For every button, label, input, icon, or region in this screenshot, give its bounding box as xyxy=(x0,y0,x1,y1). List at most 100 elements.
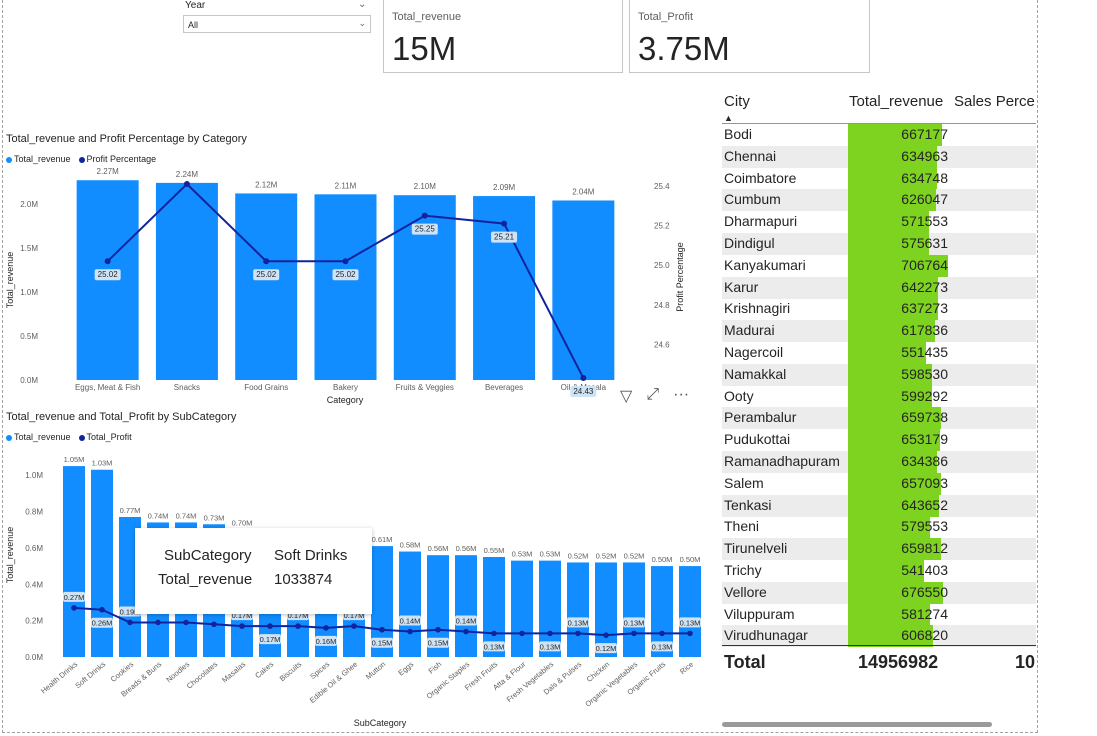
revenue-bar[interactable] xyxy=(552,200,615,380)
table-row[interactable]: Madurai 617836 xyxy=(722,320,1036,343)
table-row[interactable]: Kanyakumari 706764 xyxy=(722,254,1036,277)
total-profit-point[interactable] xyxy=(211,621,217,628)
table-row[interactable]: Viluppuram 581274 xyxy=(722,603,1036,626)
revenue-bar[interactable] xyxy=(567,562,589,657)
dropdown-arrow-icon[interactable]: ⌄ xyxy=(358,18,366,29)
line-data-label: 0.14M xyxy=(400,617,421,626)
revenue-cell: 634748 xyxy=(901,169,948,186)
table-row[interactable]: Dharmapuri 571553 xyxy=(722,211,1036,234)
horizontal-scrollbar[interactable] xyxy=(722,722,992,727)
table-row[interactable]: Trichy 541403 xyxy=(722,560,1036,582)
total-profit-point[interactable] xyxy=(99,606,105,613)
revenue-bar[interactable] xyxy=(679,566,701,657)
bar-data-label: 1.03M xyxy=(92,459,113,468)
revenue-bar[interactable] xyxy=(393,195,456,380)
line-data-label: 25.21 xyxy=(494,233,515,242)
total-profit-point[interactable] xyxy=(659,630,665,637)
profit-percentage-point[interactable] xyxy=(501,220,508,227)
revenue-bar[interactable] xyxy=(91,469,113,657)
table-row[interactable]: Ooty 599292 xyxy=(722,385,1036,408)
table-row[interactable]: Namakkal 598530 xyxy=(722,363,1036,386)
total-profit-point[interactable] xyxy=(155,619,161,626)
total-profit-point[interactable] xyxy=(407,628,413,635)
table-row[interactable]: Pudukottai 653179 xyxy=(722,429,1036,452)
chevron-down-icon[interactable]: ⌄ xyxy=(358,0,366,10)
line-data-label: 0.17M xyxy=(260,635,281,644)
bar-data-label: 2.11M xyxy=(335,181,357,190)
total-profit-point[interactable] xyxy=(687,630,693,637)
column-header-city[interactable]: City xyxy=(724,93,750,110)
total-profit-point[interactable] xyxy=(267,623,273,629)
category-combo-chart[interactable]: 0.0M 0.5M 1.0M 1.5M 2.0M 24.6 24.8 25.0 25.2 25.4… xyxy=(0,165,715,410)
revenue-bar[interactable] xyxy=(399,551,421,657)
total-profit-point[interactable] xyxy=(323,625,329,631)
revenue-cell: 659812 xyxy=(901,540,948,557)
total-profit-point[interactable] xyxy=(519,630,525,637)
table-row[interactable]: Dindigul 575631 xyxy=(722,233,1036,255)
total-profit-point[interactable] xyxy=(463,628,469,635)
y-tick-label: 0.5M xyxy=(20,332,38,341)
revenue-bar[interactable] xyxy=(511,560,533,657)
profit-percentage-point[interactable] xyxy=(342,258,349,265)
chart2-legend: Total_revenue Total_Profit xyxy=(6,432,132,442)
table-row[interactable]: Perambalur 659738 xyxy=(722,407,1036,430)
profit-percentage-point[interactable] xyxy=(104,258,111,265)
total-profit-point[interactable] xyxy=(603,632,609,638)
table-row[interactable]: Karur 642273 xyxy=(722,276,1036,299)
total-profit-point[interactable] xyxy=(71,605,77,611)
table-row[interactable]: Theni 579553 xyxy=(722,516,1036,539)
table-row[interactable]: Tenkasi 643652 xyxy=(722,494,1036,517)
slicer-dropdown[interactable]: All ⌄ xyxy=(183,15,371,33)
table-row[interactable]: Tirunelveli 659812 xyxy=(722,538,1036,561)
total-profit-point[interactable] xyxy=(631,630,637,637)
revenue-bar[interactable] xyxy=(235,193,298,380)
profit-percentage-point[interactable] xyxy=(580,375,587,382)
column-header-sales-percentage[interactable]: Sales Perce xyxy=(954,93,1035,110)
total-profit-point[interactable] xyxy=(379,626,385,633)
total-profit-point[interactable] xyxy=(351,623,357,629)
revenue-bar[interactable] xyxy=(155,182,218,380)
revenue-cell: 637273 xyxy=(901,300,948,317)
revenue-bar[interactable] xyxy=(595,562,617,657)
table-row[interactable]: Coimbatore 634748 xyxy=(722,167,1036,190)
x-tick-label: Masalas xyxy=(220,659,247,684)
total-profit-point[interactable] xyxy=(127,619,133,626)
table-row[interactable]: Krishnagiri 637273 xyxy=(722,298,1036,321)
column-header-total-revenue[interactable]: Total_revenue xyxy=(849,93,943,110)
sort-ascending-icon[interactable]: ▲ xyxy=(724,113,733,123)
table-row[interactable]: Vellore 676550 xyxy=(722,581,1036,604)
profit-percentage-point[interactable] xyxy=(263,258,270,265)
total-profit-point[interactable] xyxy=(239,623,245,629)
line-data-label: 25.02 xyxy=(335,270,356,279)
profit-percentage-point[interactable] xyxy=(421,212,428,219)
focus-mode-icon[interactable]: ⤢ xyxy=(646,386,659,406)
total-profit-point[interactable] xyxy=(575,630,581,637)
revenue-bar[interactable] xyxy=(63,466,85,657)
revenue-bar[interactable] xyxy=(623,562,645,657)
legend-item[interactable]: Total_Profit xyxy=(78,432,132,442)
filter-icon[interactable]: ▽ xyxy=(620,386,632,406)
total-profit-point[interactable] xyxy=(295,623,301,629)
revenue-bar[interactable] xyxy=(455,555,477,657)
table-row[interactable]: Chennai 634963 xyxy=(722,145,1036,168)
profit-percentage-point[interactable] xyxy=(183,180,190,187)
table-row[interactable]: Nagercoil 551435 xyxy=(722,342,1036,364)
table-row[interactable]: Ramanadhapuram 634386 xyxy=(722,451,1036,473)
city-revenue-table[interactable]: City ▲ Total_revenue Sales Perce Bodi 667… xyxy=(720,85,1038,685)
total-profit-point[interactable] xyxy=(183,619,189,626)
total-profit-point[interactable] xyxy=(547,630,553,637)
legend-item[interactable]: Total_revenue xyxy=(6,432,71,442)
table-row[interactable]: Bodi 667177 xyxy=(722,124,1036,146)
total-profit-point[interactable] xyxy=(491,630,497,637)
total-profit-point[interactable] xyxy=(435,626,441,633)
chart1-legend: Total_revenue Profit Percentage xyxy=(6,154,156,164)
legend-item[interactable]: Total_revenue xyxy=(6,154,71,164)
profit-card[interactable]: Total_Profit 3.75M xyxy=(629,0,870,73)
legend-item[interactable]: Profit Percentage xyxy=(78,154,156,164)
table-row[interactable]: Cumbum 626047 xyxy=(722,189,1036,212)
revenue-card[interactable]: Total_revenue 15M xyxy=(383,0,623,73)
revenue-bar[interactable] xyxy=(314,194,377,380)
revenue-cell: 634963 xyxy=(901,147,948,164)
more-options-icon[interactable]: ··· xyxy=(673,386,689,406)
table-row[interactable]: Salem 657093 xyxy=(722,472,1036,495)
